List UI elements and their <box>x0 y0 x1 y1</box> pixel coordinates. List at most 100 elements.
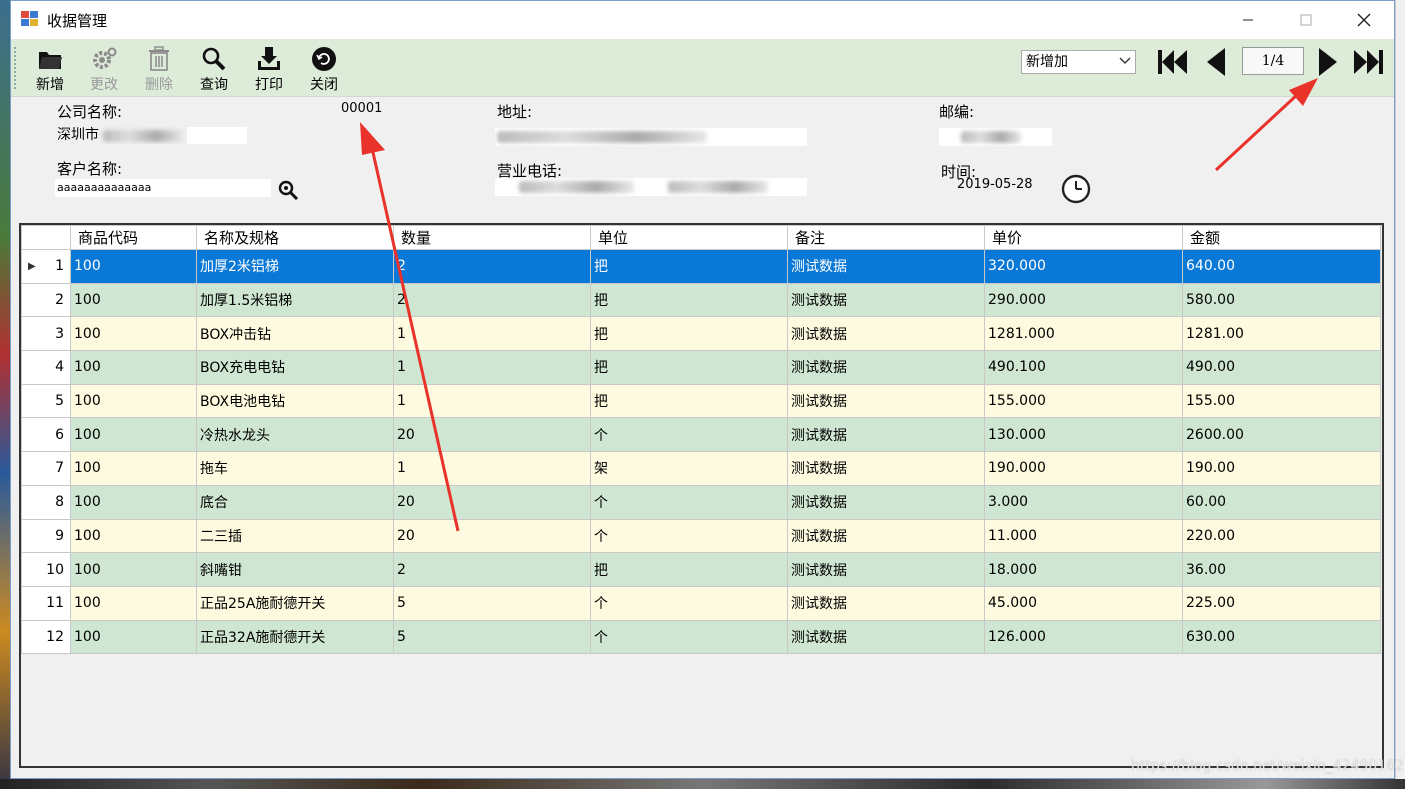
table-cell[interactable]: 正品25A施耐德开关 <box>196 585 394 621</box>
table-cell[interactable]: BOX电池电钻 <box>196 383 394 419</box>
previous-page-button[interactable] <box>1199 46 1233 78</box>
table-cell[interactable]: 1281.00 <box>1182 316 1381 352</box>
table-cell[interactable]: 20 <box>393 417 591 453</box>
table-cell[interactable]: 100 <box>70 350 197 385</box>
table-cell[interactable]: 225.00 <box>1182 585 1381 621</box>
table-cell[interactable]: 320.000 <box>984 249 1183 284</box>
row-header[interactable]: 12 <box>21 619 71 655</box>
table-cell[interactable]: 45.000 <box>984 585 1183 621</box>
table-cell[interactable]: 冷热水龙头 <box>196 417 394 453</box>
column-header[interactable]: 名称及规格 <box>196 225 394 250</box>
table-cell[interactable]: 5 <box>393 619 591 655</box>
table-cell[interactable]: 测试数据 <box>787 518 985 554</box>
table-cell[interactable]: 155.000 <box>984 383 1183 419</box>
table-row[interactable]: 4 100 BOX充电电钻 1 把 测试数据 490.100 490.00 <box>21 350 1381 385</box>
table-cell[interactable]: 490.00 <box>1182 350 1381 385</box>
table-cell[interactable]: 11.000 <box>984 518 1183 554</box>
clock-icon[interactable] <box>1060 173 1092 205</box>
address-field[interactable] <box>495 128 807 146</box>
table-cell[interactable]: 220.00 <box>1182 518 1381 554</box>
page-indicator[interactable]: 1/4 <box>1242 47 1304 75</box>
column-header[interactable]: 金额 <box>1182 225 1381 250</box>
column-header[interactable]: 备注 <box>787 225 985 250</box>
table-cell[interactable]: 拖车 <box>196 451 394 486</box>
table-row[interactable]: 10 100 斜嘴钳 2 把 测试数据 18.000 36.00 <box>21 552 1381 587</box>
table-cell[interactable]: 加厚1.5米铝梯 <box>196 282 394 318</box>
delete-button[interactable]: 删除 <box>136 43 182 93</box>
table-cell[interactable]: 2 <box>393 552 591 587</box>
table-cell[interactable]: 630.00 <box>1182 619 1381 655</box>
table-cell[interactable]: 2600.00 <box>1182 417 1381 453</box>
table-cell[interactable]: 130.000 <box>984 417 1183 453</box>
table-cell[interactable]: 60.00 <box>1182 484 1381 520</box>
next-page-button[interactable] <box>1311 46 1345 78</box>
table-cell[interactable]: 190.00 <box>1182 451 1381 486</box>
table-cell[interactable]: 底合 <box>196 484 394 520</box>
table-cell[interactable]: 640.00 <box>1182 249 1381 284</box>
table-cell[interactable]: 100 <box>70 282 197 318</box>
row-header[interactable]: 8 <box>21 484 71 520</box>
table-cell[interactable]: 测试数据 <box>787 552 985 587</box>
table-cell[interactable]: 5 <box>393 585 591 621</box>
table-cell[interactable]: 100 <box>70 316 197 352</box>
table-cell[interactable]: 架 <box>590 451 788 486</box>
column-header[interactable]: 商品代码 <box>70 225 197 250</box>
table-cell[interactable]: 20 <box>393 518 591 554</box>
table-cell[interactable]: 把 <box>590 249 788 284</box>
table-cell[interactable]: 3.000 <box>984 484 1183 520</box>
table-cell[interactable]: 测试数据 <box>787 619 985 655</box>
table-row[interactable]: 5 100 BOX电池电钻 1 把 测试数据 155.000 155.00 <box>21 383 1381 419</box>
table-cell[interactable]: 490.100 <box>984 350 1183 385</box>
toolbar-grip[interactable] <box>14 47 18 89</box>
table-cell[interactable]: 1 <box>393 316 591 352</box>
phone-field[interactable] <box>495 178 807 196</box>
table-cell[interactable]: 测试数据 <box>787 585 985 621</box>
table-cell[interactable]: 100 <box>70 484 197 520</box>
table-cell[interactable]: 18.000 <box>984 552 1183 587</box>
table-cell[interactable]: 个 <box>590 619 788 655</box>
table-cell[interactable]: 个 <box>590 585 788 621</box>
close-window-button[interactable] <box>1335 1 1393 39</box>
table-cell[interactable]: 正品32A施耐德开关 <box>196 619 394 655</box>
table-row[interactable]: 7 100 拖车 1 架 测试数据 190.000 190.00 <box>21 451 1381 486</box>
company-name-field[interactable]: 深圳市 <box>55 126 305 144</box>
minimize-button[interactable] <box>1219 1 1277 39</box>
table-row[interactable]: 6 100 冷热水龙头 20 个 测试数据 130.000 2600.00 <box>21 417 1381 453</box>
table-cell[interactable]: 190.000 <box>984 451 1183 486</box>
column-header[interactable]: 单价 <box>984 225 1183 250</box>
table-cell[interactable]: 155.00 <box>1182 383 1381 419</box>
row-header[interactable]: 7 <box>21 451 71 486</box>
query-button[interactable]: 查询 <box>191 43 237 93</box>
table-cell[interactable]: 100 <box>70 619 197 655</box>
table-cell[interactable]: 1 <box>393 451 591 486</box>
table-cell[interactable]: 36.00 <box>1182 552 1381 587</box>
table-cell[interactable]: 126.000 <box>984 619 1183 655</box>
table-cell[interactable]: 2 <box>393 249 591 284</box>
table-cell[interactable]: 二三插 <box>196 518 394 554</box>
table-cell[interactable]: 100 <box>70 383 197 419</box>
table-cell[interactable]: 100 <box>70 451 197 486</box>
table-cell[interactable]: 测试数据 <box>787 451 985 486</box>
table-cell[interactable]: 580.00 <box>1182 282 1381 318</box>
maximize-button[interactable] <box>1277 1 1335 39</box>
table-cell[interactable]: 测试数据 <box>787 383 985 419</box>
mode-dropdown[interactable]: 新增加 <box>1021 50 1136 74</box>
table-cell[interactable]: 290.000 <box>984 282 1183 318</box>
table-cell[interactable]: 把 <box>590 383 788 419</box>
table-cell[interactable]: 20 <box>393 484 591 520</box>
row-header[interactable]: 11 <box>21 585 71 621</box>
table-cell[interactable]: 测试数据 <box>787 350 985 385</box>
first-page-button[interactable] <box>1156 46 1190 78</box>
table-cell[interactable]: BOX充电电钻 <box>196 350 394 385</box>
row-header[interactable]: 5 <box>21 383 71 419</box>
table-cell[interactable]: 测试数据 <box>787 417 985 453</box>
table-cell[interactable]: 1281.000 <box>984 316 1183 352</box>
table-cell[interactable]: BOX冲击钻 <box>196 316 394 352</box>
row-header[interactable]: 4 <box>21 350 71 385</box>
row-header[interactable]: 9 <box>21 518 71 554</box>
last-page-button[interactable] <box>1351 46 1385 78</box>
table-cell[interactable]: 个 <box>590 484 788 520</box>
row-header[interactable]: 6 <box>21 417 71 453</box>
row-header[interactable]: 2 <box>21 282 71 318</box>
table-cell[interactable]: 100 <box>70 417 197 453</box>
